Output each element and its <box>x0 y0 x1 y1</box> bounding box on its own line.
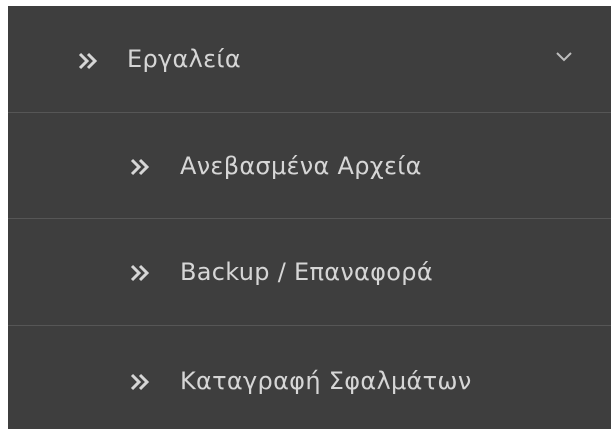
double-chevron-right-icon <box>130 158 150 176</box>
menu-divider <box>8 218 611 219</box>
double-chevron-right-icon <box>130 373 150 391</box>
menu-item-tools[interactable]: Εργαλεία <box>8 6 611 113</box>
sidebar-tools-menu: Εργαλεία Ανεβασμένα Αρχεία Backup / Επαν… <box>8 6 611 429</box>
menu-item-backup-restore-label: Backup / Επαναφορά <box>180 258 433 286</box>
menu-item-uploaded-files[interactable]: Ανεβασμένα Αρχεία <box>8 113 611 220</box>
menu-item-error-log-label: Καταγραφή Σφαλμάτων <box>180 367 472 395</box>
double-chevron-right-icon <box>78 52 98 70</box>
menu-item-tools-label: Εργαλεία <box>127 45 241 73</box>
double-chevron-right-icon <box>130 264 150 282</box>
menu-item-error-log[interactable]: Καταγραφή Σφαλμάτων <box>8 326 611 433</box>
menu-item-uploaded-files-label: Ανεβασμένα Αρχεία <box>180 152 422 180</box>
chevron-down-icon[interactable] <box>555 51 573 63</box>
menu-item-backup-restore[interactable]: Backup / Επαναφορά <box>8 220 611 327</box>
